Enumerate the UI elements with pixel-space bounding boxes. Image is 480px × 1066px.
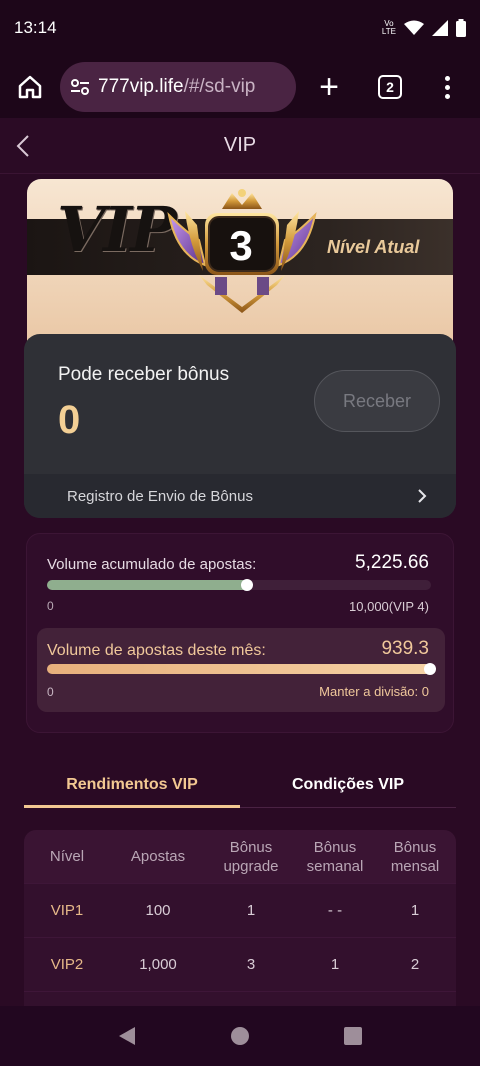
table-header-row: Nível Apostas Bônus upgrade Bônus semana… [24,830,456,884]
home-icon [18,75,42,99]
table-row: VIP1 100 1 - - 1 [24,884,456,938]
table-cell: 2 [410,956,420,973]
browser-toolbar: 777vip.life/#/sd-vip + 2 [0,56,480,118]
nav-home-icon[interactable] [230,1026,250,1046]
status-time: 13:14 [14,18,57,37]
monthly-volume-label: Volume de apostas deste mês: [47,642,266,659]
tab-rendimentos-vip[interactable]: Rendimentos VIP [24,762,240,808]
site-settings-icon[interactable] [70,78,90,96]
column-header: Nível [49,848,85,865]
table-cell: 100 [145,902,171,919]
overflow-menu-button[interactable] [442,75,452,99]
table-cell: 1 [330,956,340,973]
wifi-icon [404,20,424,35]
page-header: VIP [0,118,480,174]
chevron-right-icon [418,489,427,503]
tab-switcher-button[interactable]: 2 [378,75,402,99]
nav-recents-icon[interactable] [343,1026,363,1046]
accumulated-volume-value: 5,225.66 [355,552,429,573]
table-row: VIP2 1,000 3 1 2 [24,938,456,992]
monthly-min-label: 0 [47,685,54,699]
vip-tabs: Rendimentos VIP Condições VIP [24,762,456,808]
accumulated-progress-bar [47,579,431,591]
bonus-panel: Pode receber bônus 0 Receber Registro de… [24,334,456,518]
table-cell: 1 [410,902,420,919]
vip-logo-text: VIP [57,193,177,266]
accumulated-min-label: 0 [47,599,54,613]
table-cell: - - [327,902,343,919]
accumulated-progress-fill [47,579,253,591]
receive-bonus-button[interactable]: Receber [314,370,440,432]
vip-benefits-table: Nível Apostas Bônus upgrade Bônus semana… [24,830,456,1006]
tab-condicoes-vip[interactable]: Condições VIP [240,762,456,807]
back-arrow-icon[interactable] [12,132,36,160]
column-header: Bônus semanal [306,838,364,875]
volte-icon: Vo LTE [381,19,396,36]
bonus-value: 0 [58,398,81,442]
table-cell: VIP2 [50,956,84,973]
bonus-history-label: Registro de Envio de Bônus [67,487,253,505]
table-cell: 1,000 [139,956,177,973]
bonus-history-link[interactable]: Registro de Envio de Bônus [24,474,456,518]
column-header: Bônus mensal [390,838,440,875]
progress-knob [240,579,253,591]
current-level-caption: Nível Atual [327,237,420,257]
status-icons: Vo LTE [382,19,466,37]
table-cell: 3 [246,956,256,973]
page-title: VIP [223,134,257,156]
monthly-volume-value: 939.3 [381,638,429,659]
monthly-progress-bar [47,663,436,675]
status-bar: 13:14 Vo LTE [0,0,480,56]
column-header: Bônus upgrade [223,838,279,875]
new-tab-button[interactable]: + [316,67,342,107]
vip-level-card: VIP 3 Nível Atual [27,179,453,354]
signal-icon [432,20,448,36]
bonus-label: Pode receber bônus [58,364,230,385]
betting-volume-section: Volume acumulado de apostas: 5,225.66 0 … [26,533,454,733]
url-bar[interactable]: 777vip.life/#/sd-vip [60,62,296,112]
monthly-progress-fill [47,663,436,675]
vip-level-number: 3 [229,222,253,269]
maintain-division-label: Manter a divisão: 0 [319,684,429,699]
column-header: Apostas [130,848,186,865]
progress-knob [424,663,436,675]
battery-icon [456,19,466,37]
accumulated-volume-label: Volume acumulado de apostas: [47,556,257,573]
table-cell: 1 [246,902,256,919]
table-cell: VIP1 [50,902,84,919]
monthly-volume-box: Volume de apostas deste mês: 939.3 0 Man… [37,628,445,712]
accumulated-target-label: 10,000(VIP 4) [349,599,429,614]
url-text: 777vip.life/#/sd-vip [98,76,256,97]
home-button[interactable] [0,62,60,112]
nav-back-icon[interactable] [117,1026,137,1046]
system-nav-bar [0,1006,480,1066]
